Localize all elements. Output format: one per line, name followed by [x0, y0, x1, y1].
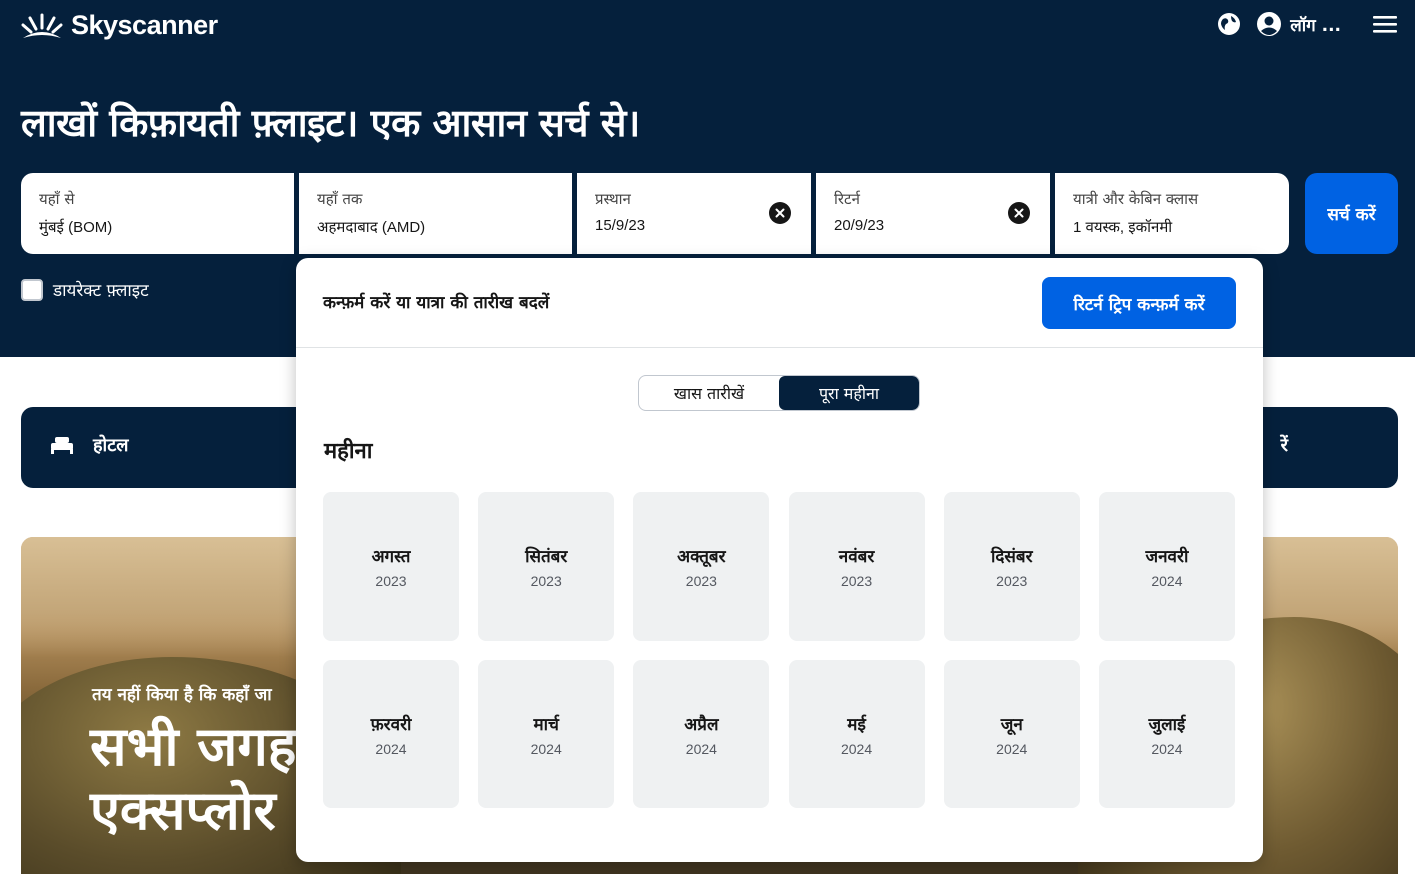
- month-tile[interactable]: नवंबर 2023: [788, 492, 925, 641]
- date-picker-popup: कन्फ़र्म करें या यात्रा की तारीख बदलें र…: [296, 258, 1263, 862]
- travellers-field[interactable]: यात्री और केबिन क्लास 1 वयस्क, इकॉनमी: [1055, 173, 1289, 254]
- travellers-value: 1 वयस्क, इकॉनमी: [1073, 219, 1173, 236]
- sunburst-logo-icon: [21, 13, 63, 38]
- month-tile[interactable]: जनवरी 2024: [1098, 492, 1235, 641]
- confirm-return-trip-button[interactable]: रिटर्न ट्रिप कन्फ़र्म करें: [1042, 277, 1236, 329]
- origin-field[interactable]: यहाँ से मुंबई (BOM): [21, 173, 294, 254]
- page-headline: लाखों किफ़ायती फ़्लाइट। एक आसान सर्च से।: [21, 101, 640, 145]
- clear-return-icon[interactable]: [1008, 202, 1030, 224]
- category-right-partial[interactable]: रें: [1281, 433, 1288, 457]
- popup-header-text: कन्फ़र्म करें या यात्रा की तारीख बदलें: [323, 293, 550, 313]
- destination-label: यहाँ तक: [317, 190, 363, 208]
- month-name: अप्रैल: [684, 714, 719, 735]
- month-name: अक्तूबर: [677, 547, 726, 567]
- month-year: 2024: [840, 740, 873, 757]
- login-button[interactable]: लॉग ...: [1256, 11, 1341, 37]
- month-name: जुलाई: [1148, 714, 1186, 735]
- month-tile[interactable]: अक्तूबर 2023: [633, 492, 770, 641]
- brand-logo[interactable]: Skyscanner: [21, 10, 218, 41]
- month-name: सितंबर: [525, 547, 568, 567]
- month-year: 2023: [840, 573, 873, 589]
- category-hotel-label: होटल: [93, 435, 129, 456]
- popup-header: कन्फ़र्म करें या यात्रा की तारीख बदलें र…: [296, 258, 1263, 348]
- banner-subtitle: तय नहीं किया है कि कहाँ जा: [92, 685, 272, 705]
- month-year: 2024: [996, 740, 1028, 757]
- depart-value: 15/9/23: [595, 217, 646, 234]
- globe-icon[interactable]: [1216, 11, 1242, 37]
- month-tile[interactable]: सितंबर 2023: [478, 492, 615, 641]
- flight-search-form: यहाँ से मुंबई (BOM) यहाँ तक अहमदाबाद (AM…: [21, 173, 1289, 254]
- month-year: 2023: [375, 573, 407, 589]
- month-year: 2023: [530, 573, 562, 589]
- month-tile[interactable]: अगस्त 2023: [323, 492, 459, 641]
- destination-field[interactable]: यहाँ तक अहमदाबाद (AMD): [299, 173, 572, 254]
- tab-specific-dates[interactable]: खास तारीखें: [639, 376, 779, 410]
- date-mode-toggle: खास तारीखें पूरा महीना: [638, 375, 920, 411]
- month-year: 2024: [375, 740, 407, 757]
- return-value: 20/9/23: [834, 217, 885, 234]
- banner-title-line2: एक्सप्लोर: [90, 779, 276, 842]
- menu-icon[interactable]: [1373, 14, 1397, 34]
- return-date-field[interactable]: रिटर्न 20/9/23: [816, 173, 1050, 254]
- travellers-label: यात्री और केबिन क्लास: [1073, 190, 1199, 208]
- origin-label: यहाँ से: [39, 190, 75, 208]
- month-year: 2023: [996, 573, 1028, 589]
- banner-title-line1: सभी जगह: [90, 715, 297, 778]
- user-icon: [1257, 12, 1282, 36]
- month-heading: महीना: [324, 439, 373, 464]
- category-hotel[interactable]: होटल: [49, 433, 129, 457]
- direct-flights-toggle[interactable]: डायरेक्ट फ़्लाइट: [21, 278, 149, 301]
- month-tile[interactable]: जुलाई 2024: [1098, 660, 1235, 808]
- month-tile[interactable]: मार्च 2024: [478, 660, 615, 808]
- month-grid: अगस्त 2023 सितंबर 2023 अक्तूबर 2023 नवंबर 20…: [323, 492, 1235, 808]
- tab-whole-month[interactable]: पूरा महीना: [779, 376, 919, 410]
- month-name: नवंबर: [838, 547, 875, 567]
- month-tile[interactable]: अप्रैल 2024: [633, 660, 770, 808]
- login-label: लॉग ...: [1290, 15, 1341, 36]
- direct-flights-checkbox[interactable]: [21, 278, 43, 301]
- month-year: 2024: [530, 740, 562, 757]
- month-tile[interactable]: जून 2024: [943, 660, 1080, 808]
- origin-value: मुंबई (BOM): [39, 219, 113, 236]
- month-year: 2024: [685, 740, 717, 757]
- month-tile[interactable]: फ़रवरी 2024: [323, 660, 459, 808]
- month-name: अगस्त: [371, 547, 411, 567]
- depart-label: प्रस्थान: [595, 190, 631, 208]
- month-tile[interactable]: दिसंबर 2023: [943, 492, 1080, 641]
- month-name: फ़रवरी: [370, 714, 412, 735]
- bed-icon: [51, 437, 73, 454]
- return-label: रिटर्न: [834, 190, 860, 208]
- month-name: जून: [1000, 714, 1023, 735]
- month-name: दिसंबर: [990, 547, 1033, 567]
- clear-depart-icon[interactable]: [769, 202, 791, 224]
- month-year: 2024: [1151, 740, 1183, 757]
- direct-flights-label: डायरेक्ट फ़्लाइट: [53, 281, 149, 301]
- month-year: 2024: [1151, 573, 1183, 589]
- month-name: मई: [847, 714, 866, 735]
- month-tile[interactable]: मई 2024: [788, 660, 925, 808]
- depart-date-field[interactable]: प्रस्थान 15/9/23: [577, 173, 811, 254]
- destination-value: अहमदाबाद (AMD): [317, 219, 426, 236]
- header-actions: लॉग ...: [1216, 11, 1397, 37]
- banner-title: सभी जगह एक्सप्लोर: [90, 715, 296, 843]
- month-name: जनवरी: [1145, 547, 1189, 567]
- month-name: मार्च: [533, 714, 559, 735]
- search-button[interactable]: सर्च करें: [1305, 173, 1398, 254]
- brand-name: Skyscanner: [71, 10, 218, 40]
- month-year: 2023: [685, 573, 717, 589]
